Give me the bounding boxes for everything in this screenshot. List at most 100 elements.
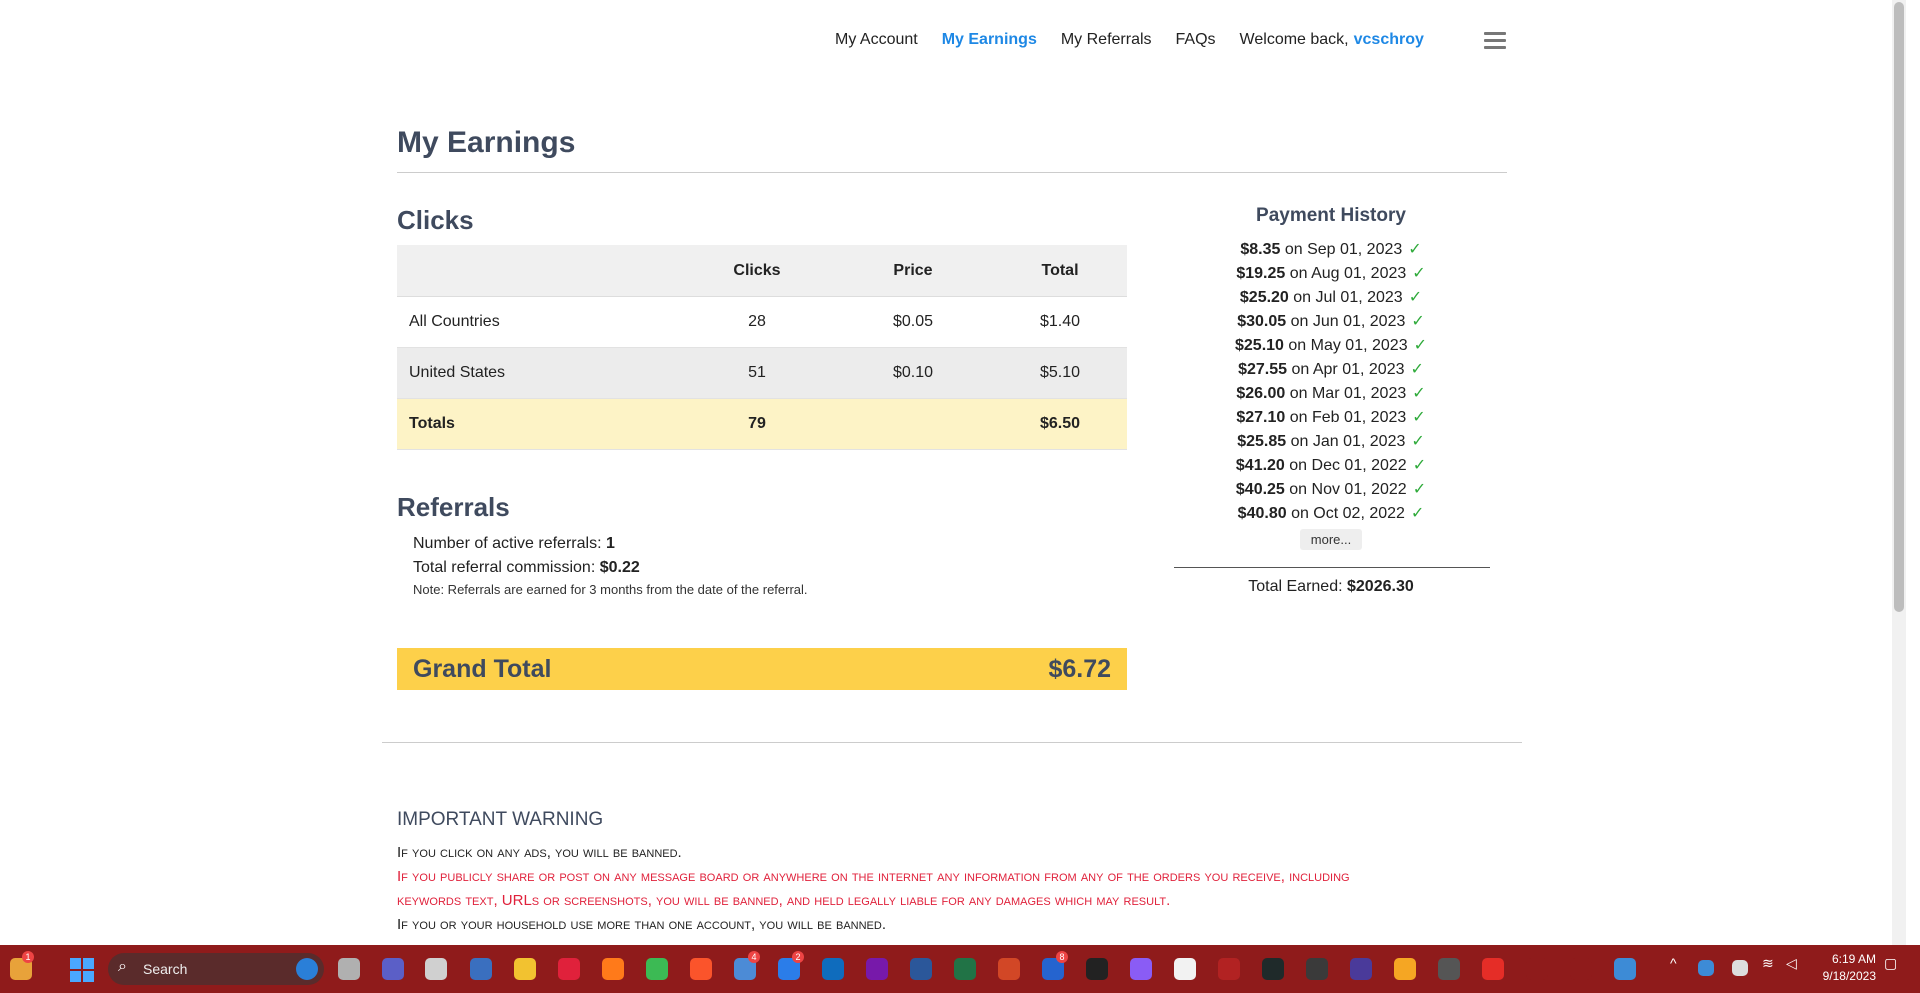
snipping-tool-icon[interactable] bbox=[425, 958, 447, 980]
payment-date: on Apr 01, 2023 bbox=[1291, 361, 1405, 378]
chrome-icon[interactable] bbox=[646, 958, 668, 980]
cloud-app-icon[interactable] bbox=[1614, 958, 1636, 980]
browser-viewport: My Account My Earnings My Referrals FAQs… bbox=[0, 0, 1906, 945]
sublime-icon[interactable] bbox=[1394, 958, 1416, 980]
podcast-icon[interactable] bbox=[1130, 958, 1152, 980]
headphones-icon[interactable] bbox=[1350, 958, 1372, 980]
payment-history-list: $8.35 on Sep 01, 2023 ✓ $19.25 on Aug 01,… bbox=[1175, 238, 1487, 526]
column-header: Total bbox=[993, 245, 1127, 297]
nav-my-referrals[interactable]: My Referrals bbox=[1061, 31, 1152, 49]
settings-icon[interactable] bbox=[1438, 958, 1460, 980]
section-divider bbox=[382, 742, 1522, 743]
cloud-icon[interactable] bbox=[1732, 960, 1748, 976]
scrollbar-thumb[interactable] bbox=[1894, 2, 1904, 612]
warning-line: If you or your household use more than o… bbox=[397, 916, 887, 933]
referral-commission-label: Total referral commission: bbox=[413, 559, 596, 576]
firefox-icon[interactable] bbox=[602, 958, 624, 980]
list-item: $19.25 on Aug 01, 2023 ✓ bbox=[1175, 262, 1487, 286]
title-divider bbox=[397, 172, 1507, 173]
payment-date: on Sep 01, 2023 bbox=[1284, 241, 1403, 258]
tool-icon[interactable] bbox=[1570, 958, 1592, 980]
file-explorer-icon[interactable] bbox=[514, 958, 536, 980]
payment-date: on Jul 01, 2023 bbox=[1293, 289, 1403, 306]
excel-icon[interactable] bbox=[954, 958, 976, 980]
notification-badge: 4 bbox=[748, 951, 760, 963]
check-icon: ✓ bbox=[1410, 505, 1425, 522]
notification-badge: 2 bbox=[792, 951, 804, 963]
start-button-icon[interactable] bbox=[70, 958, 94, 982]
check-icon: ✓ bbox=[1412, 385, 1426, 402]
github-icon[interactable] bbox=[1086, 958, 1108, 980]
outlook-icon[interactable] bbox=[822, 958, 844, 980]
payment-date: on Jan 01, 2023 bbox=[1290, 433, 1406, 450]
warning-line: If you click on any ads, you will be ban… bbox=[397, 844, 682, 861]
notepad-icon[interactable] bbox=[1174, 958, 1196, 980]
taskbar: 1 ⌕ Search 4 2 8 ^ ≋ ◁ 6:19 AM 9/18/2023… bbox=[0, 945, 1920, 993]
check-icon: ✓ bbox=[1408, 289, 1423, 306]
calculator-icon[interactable] bbox=[470, 958, 492, 980]
active-referrals-label: Number of active referrals: bbox=[413, 535, 602, 552]
brave-icon[interactable] bbox=[690, 958, 712, 980]
scrollbar-track[interactable] bbox=[1892, 0, 1906, 945]
nav-faqs[interactable]: FAQs bbox=[1176, 31, 1216, 49]
check-icon: ✓ bbox=[1410, 361, 1424, 378]
grand-total-value: $6.72 bbox=[1048, 655, 1111, 683]
check-icon: ✓ bbox=[1412, 457, 1427, 474]
taskbar-clock[interactable]: 6:19 AM 9/18/2023 bbox=[1808, 951, 1876, 985]
obs-icon[interactable] bbox=[1306, 958, 1328, 980]
table-row: All Countries 28 $0.05 $1.40 bbox=[397, 296, 1127, 348]
quora-icon[interactable] bbox=[558, 958, 580, 980]
nav-my-earnings[interactable]: My Earnings bbox=[942, 31, 1037, 49]
more-payments-button[interactable]: more... bbox=[1300, 529, 1362, 550]
onedrive-icon[interactable] bbox=[1698, 960, 1714, 976]
pen-icon[interactable] bbox=[1526, 958, 1548, 980]
hamburger-menu-icon[interactable] bbox=[1484, 32, 1506, 53]
referral-note: Note: Referrals are earned for 3 months … bbox=[413, 582, 808, 597]
payment-date: on Jun 01, 2023 bbox=[1290, 313, 1406, 330]
table-cell: 28 bbox=[681, 296, 833, 348]
terminal-icon[interactable] bbox=[1262, 958, 1284, 980]
notifications-icon[interactable]: ▢ bbox=[1884, 955, 1897, 972]
list-item: $30.05 on Jun 01, 2023 ✓ bbox=[1175, 310, 1487, 334]
payment-date: on Aug 01, 2023 bbox=[1289, 265, 1407, 282]
teams-icon[interactable] bbox=[382, 958, 404, 980]
payment-amount: $25.85 bbox=[1237, 433, 1287, 450]
username-link[interactable]: vcschroy bbox=[1354, 31, 1424, 49]
table-cell: $0.05 bbox=[833, 296, 993, 348]
warning-line: keywords text, URLs or screenshots, you … bbox=[397, 892, 1171, 909]
total-earned-value: $2026.30 bbox=[1347, 578, 1414, 595]
word-icon[interactable] bbox=[910, 958, 932, 980]
payment-amount: $41.20 bbox=[1235, 457, 1285, 474]
column-header: Price bbox=[833, 245, 993, 297]
table-header-row: Clicks Price Total bbox=[397, 245, 1127, 297]
search-icon: ⌕ bbox=[118, 958, 127, 975]
nav-my-account[interactable]: My Account bbox=[835, 31, 918, 49]
table-row: United States 51 $0.10 $5.10 bbox=[397, 347, 1127, 399]
table-cell: $0.10 bbox=[833, 347, 993, 399]
payment-date: on Nov 01, 2022 bbox=[1289, 481, 1407, 498]
check-icon: ✓ bbox=[1413, 337, 1427, 354]
task-view-icon[interactable] bbox=[338, 958, 360, 980]
check-icon: ✓ bbox=[1412, 265, 1426, 282]
referrals-heading: Referrals bbox=[397, 492, 510, 522]
table-cell: $1.40 bbox=[993, 296, 1127, 348]
list-item: $25.20 on Jul 01, 2023 ✓ bbox=[1175, 286, 1487, 310]
chevron-up-icon[interactable]: ^ bbox=[1670, 955, 1677, 971]
table-cell: $6.50 bbox=[993, 398, 1127, 450]
wifi-icon[interactable]: ≋ bbox=[1762, 955, 1774, 972]
onenote-icon[interactable] bbox=[866, 958, 888, 980]
powerpoint-icon[interactable] bbox=[998, 958, 1020, 980]
filezilla-icon[interactable] bbox=[1218, 958, 1240, 980]
list-item: $27.10 on Feb 01, 2023 ✓ bbox=[1175, 406, 1487, 430]
bing-icon[interactable] bbox=[296, 958, 318, 980]
video-player-icon[interactable] bbox=[1482, 958, 1504, 980]
list-item: $40.80 on Oct 02, 2022 ✓ bbox=[1175, 502, 1487, 526]
taskbar-search[interactable]: ⌕ Search bbox=[108, 953, 324, 985]
volume-icon[interactable]: ◁ bbox=[1786, 955, 1797, 972]
search-placeholder: Search bbox=[143, 961, 188, 977]
payment-amount: $40.80 bbox=[1237, 505, 1287, 522]
payment-history-title: Payment History bbox=[1256, 205, 1406, 226]
column-header bbox=[397, 245, 681, 297]
grand-total-label: Grand Total bbox=[413, 655, 552, 683]
clicks-table: Clicks Price Total All Countries 28 $0.0… bbox=[397, 245, 1127, 450]
